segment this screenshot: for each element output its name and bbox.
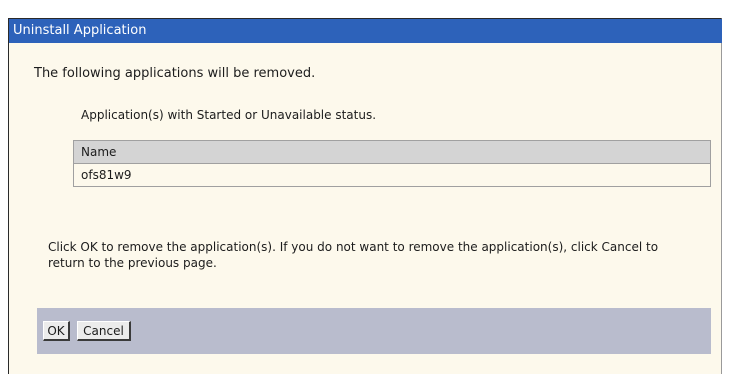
ok-button[interactable]: OK	[43, 321, 70, 341]
application-name-cell: ofs81w9	[73, 163, 711, 187]
intro-text: The following applications will be remov…	[34, 66, 316, 81]
uninstall-panel: Uninstall Application The following appl…	[8, 18, 722, 374]
cancel-button[interactable]: Cancel	[77, 321, 131, 341]
panel-title: Uninstall Application	[9, 19, 722, 43]
column-header-name: Name	[73, 140, 711, 164]
instruction-text: Click OK to remove the application(s). I…	[48, 240, 659, 270]
applications-table: Name ofs81w9	[73, 140, 711, 187]
table-header-row: Name	[73, 140, 711, 164]
table-row: ofs81w9	[73, 163, 711, 187]
table-caption: Application(s) with Started or Unavailab…	[81, 108, 377, 122]
button-bar: OK Cancel	[37, 308, 711, 354]
